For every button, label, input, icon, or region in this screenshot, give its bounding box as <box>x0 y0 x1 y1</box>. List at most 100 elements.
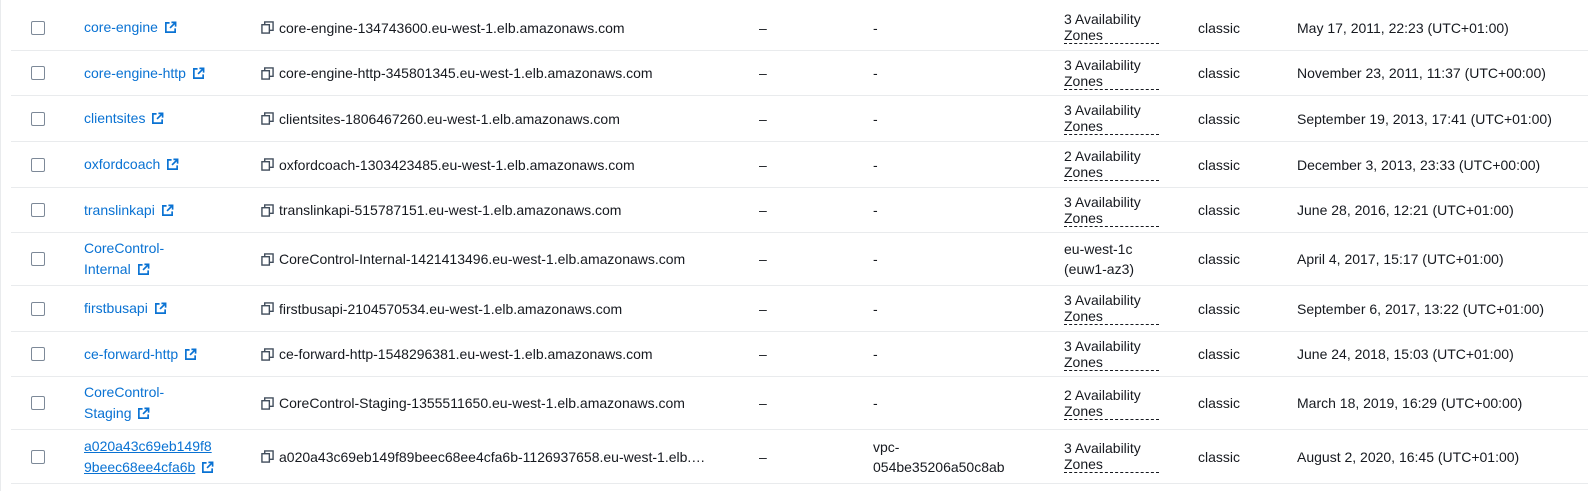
row-select-checkbox[interactable] <box>31 449 45 464</box>
availability-zones-popover[interactable]: 2 Availability Zones <box>1064 387 1159 420</box>
copy-icon[interactable] <box>261 203 274 217</box>
load-balancer-name-link[interactable]: firstbusapi <box>84 300 148 316</box>
table-row[interactable]: firstbusapi firstbusapi-2104570534.eu-wes… <box>11 286 1588 332</box>
load-balancer-name-link[interactable]: clientsites <box>84 110 145 126</box>
date-created: September 19, 2013, 17:41 (UTC+01:00) <box>1297 110 1552 127</box>
external-link-icon[interactable] <box>184 348 197 361</box>
availability-zone-text: eu-west-1c (euw1-az3) <box>1064 241 1135 277</box>
state-text: – <box>759 395 767 411</box>
table-row[interactable]: oxfordcoach oxfordcoach-1303423485.eu-wes… <box>11 142 1588 188</box>
copy-icon[interactable] <box>261 21 274 34</box>
state-text: – <box>759 300 767 317</box>
dns-name: firstbusapi-2104570534.eu-west-1.elb.ama… <box>279 300 623 317</box>
copy-icon[interactable] <box>261 252 274 266</box>
date-created: June 24, 2018, 15:03 (UTC+01:00) <box>1297 346 1514 362</box>
row-select-checkbox[interactable] <box>31 66 45 80</box>
dns-name: clientsites-1806467260.eu-west-1.elb.ama… <box>279 110 620 127</box>
table-row[interactable]: translinkapi translinkapi-515787151.eu-we… <box>11 188 1588 233</box>
vpc-id: vpc- 054be35206a50c8ab <box>873 438 1005 475</box>
external-link-icon[interactable] <box>137 263 150 276</box>
vpc-id: - <box>873 110 878 127</box>
external-link-icon[interactable] <box>154 302 167 315</box>
copy-icon[interactable] <box>261 112 274 125</box>
date-created: September 6, 2017, 13:22 (UTC+01:00) <box>1297 300 1545 317</box>
date-created: August 2, 2020, 16:45 (UTC+01:00) <box>1297 448 1520 465</box>
row-select-checkbox[interactable] <box>31 157 45 172</box>
row-select-checkbox[interactable] <box>31 111 45 126</box>
type-text: classic <box>1198 19 1241 36</box>
type-text: classic <box>1198 251 1241 267</box>
dns-name: CoreControl-Internal-1421413496.eu-west-… <box>279 251 686 267</box>
type-text: classic <box>1198 346 1241 362</box>
vpc-id: - <box>873 346 878 362</box>
load-balancer-name-link[interactable]: ce-forward-http <box>84 346 178 362</box>
type-text: classic <box>1198 395 1241 411</box>
copy-icon[interactable] <box>261 302 274 315</box>
load-balancer-name-link[interactable]: oxfordcoach <box>84 156 160 172</box>
copy-icon[interactable] <box>261 396 274 410</box>
date-created: December 3, 2013, 23:33 (UTC+00:00) <box>1297 156 1541 173</box>
vpc-id: - <box>873 395 878 411</box>
dns-name: core-engine-134743600.eu-west-1.elb.amaz… <box>279 19 625 36</box>
availability-zones-popover[interactable]: 3 Availability Zones <box>1064 102 1159 135</box>
vpc-id: - <box>873 202 878 218</box>
vpc-id: - <box>873 19 878 36</box>
row-select-checkbox[interactable] <box>31 252 45 266</box>
load-balancer-name-link[interactable]: core-engine <box>84 19 158 35</box>
date-created: March 18, 2019, 16:29 (UTC+00:00) <box>1297 395 1523 411</box>
type-text: classic <box>1198 110 1241 127</box>
dns-name: translinkapi-515787151.eu-west-1.elb.ama… <box>279 202 622 218</box>
external-link-icon[interactable] <box>166 158 179 171</box>
row-select-checkbox[interactable] <box>31 396 45 410</box>
date-created: November 23, 2011, 11:37 (UTC+00:00) <box>1297 65 1546 81</box>
type-text: classic <box>1198 300 1241 317</box>
state-text: – <box>759 156 767 173</box>
external-link-icon[interactable] <box>151 112 164 125</box>
copy-icon[interactable] <box>261 347 274 361</box>
table-row[interactable]: ce-forward-http ce-forward-http-154829638… <box>11 332 1588 377</box>
row-select-checkbox[interactable] <box>31 301 45 316</box>
row-select-checkbox[interactable] <box>31 203 45 217</box>
availability-zones-popover[interactable]: 3 Availability Zones <box>1064 57 1159 90</box>
availability-zones-popover[interactable]: 2 Availability Zones <box>1064 148 1159 181</box>
state-text: – <box>759 65 767 81</box>
load-balancer-name-link[interactable]: translinkapi <box>84 202 155 218</box>
load-balancer-name-link[interactable]: CoreControl- Internal <box>84 240 164 277</box>
row-select-checkbox[interactable] <box>31 20 45 35</box>
table-row[interactable]: CoreControl- Staging CoreControl-Staging-1… <box>11 377 1588 430</box>
availability-zones-popover[interactable]: 3 Availability Zones <box>1064 11 1159 44</box>
state-text: – <box>759 251 767 267</box>
table-row[interactable]: CoreControl- Internal CoreControl-Internal… <box>11 233 1588 286</box>
table-row[interactable]: core-engine-http core-engine-http-3458013… <box>11 51 1588 96</box>
type-text: classic <box>1198 65 1241 81</box>
external-link-icon[interactable] <box>192 67 205 80</box>
availability-zones-popover[interactable]: 3 Availability Zones <box>1064 194 1159 227</box>
external-link-icon[interactable] <box>161 204 174 217</box>
load-balancers-table: core-engine core-engine-134743600.eu-west… <box>0 0 1588 491</box>
external-link-icon[interactable] <box>164 21 177 34</box>
state-text: – <box>759 110 767 127</box>
external-link-icon[interactable] <box>201 461 214 474</box>
copy-icon[interactable] <box>261 66 274 80</box>
load-balancer-name-link[interactable]: a020a43c69eb149f8 9beec68ee4cfa6b <box>84 438 212 475</box>
dns-name: oxfordcoach-1303423485.eu-west-1.elb.ama… <box>279 156 635 173</box>
load-balancer-name-link[interactable]: CoreControl- Staging <box>84 384 164 421</box>
availability-zones-popover[interactable]: 3 Availability Zones <box>1064 440 1159 473</box>
external-link-icon[interactable] <box>137 407 150 420</box>
availability-zones-popover[interactable]: 3 Availability Zones <box>1064 338 1159 371</box>
type-text: classic <box>1198 202 1241 218</box>
table-row[interactable]: a020a43c69eb149f8 9beec68ee4cfa6b a020a43c… <box>11 430 1588 484</box>
date-created: May 17, 2011, 22:23 (UTC+01:00) <box>1297 19 1509 36</box>
table-row[interactable]: core-engine core-engine-134743600.eu-west… <box>11 5 1588 51</box>
vpc-id: - <box>873 156 878 173</box>
availability-zones-popover[interactable]: 3 Availability Zones <box>1064 292 1159 325</box>
state-text: – <box>759 19 767 36</box>
date-created: April 4, 2017, 15:17 (UTC+01:00) <box>1297 251 1504 267</box>
load-balancer-name-link[interactable]: core-engine-http <box>84 65 186 81</box>
state-text: – <box>759 202 767 218</box>
state-text: – <box>759 448 767 465</box>
table-row[interactable]: clientsites clientsites-1806467260.eu-wes… <box>11 96 1588 142</box>
row-select-checkbox[interactable] <box>31 347 45 361</box>
copy-icon[interactable] <box>261 450 274 463</box>
copy-icon[interactable] <box>261 158 274 171</box>
